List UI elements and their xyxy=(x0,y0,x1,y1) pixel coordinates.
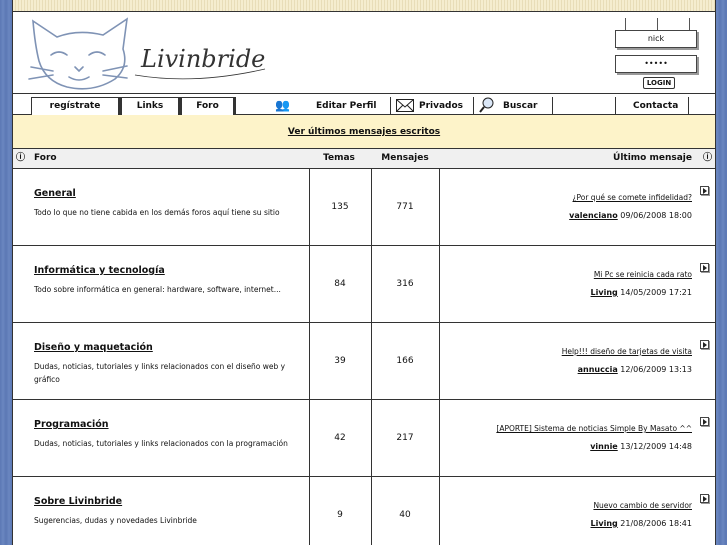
site-header: Livinbride nick ••••• LOGIN xyxy=(13,12,715,94)
nav-buscar[interactable]: Buscar xyxy=(503,98,537,114)
tab-foro[interactable]: Foro xyxy=(181,97,236,115)
messages-count: 771 xyxy=(396,202,414,212)
table-row: General Todo lo que no tiene cabida en l… xyxy=(13,169,715,246)
topics-count: 9 xyxy=(337,510,343,520)
topics-count: 135 xyxy=(331,202,349,212)
last-post-link[interactable]: Help!!! diseño de tarjetas de visita xyxy=(562,347,692,356)
last-post-user[interactable]: vinnie xyxy=(590,442,618,451)
forum-description: Sugerencias, dudas y novedades Livinbrid… xyxy=(34,516,197,525)
forum-description: Dudas, noticias, tutoriales y links rela… xyxy=(34,362,286,384)
last-post-link[interactable]: Nuevo cambio de servidor xyxy=(593,501,692,510)
last-post-user[interactable]: annuccia xyxy=(578,365,618,374)
go-to-last-post-icon[interactable] xyxy=(700,263,709,272)
topics-count: 39 xyxy=(334,356,346,366)
pin-icon xyxy=(689,18,690,30)
info-icon: ⓘ xyxy=(702,153,712,163)
last-post-meta: valenciano 09/06/2008 18:00 xyxy=(569,211,692,220)
nav-divider xyxy=(615,97,616,115)
header-temas: Temas xyxy=(323,153,355,163)
forum-link[interactable]: Sobre Livinbride xyxy=(34,496,122,507)
topics-count: 42 xyxy=(334,433,346,443)
nav-privados[interactable]: Privados xyxy=(419,98,463,114)
pin-icon xyxy=(657,18,658,30)
last-post-link[interactable]: Mi Pc se reinicia cada rato xyxy=(594,270,692,279)
last-post-user[interactable]: Living xyxy=(591,519,618,528)
pin-icon xyxy=(625,18,626,30)
go-to-last-post-icon[interactable] xyxy=(700,340,709,349)
info-icon: ⓘ xyxy=(16,153,26,163)
tab-registrate[interactable]: regístrate xyxy=(31,97,121,115)
last-post-user[interactable]: valenciano xyxy=(569,211,618,220)
last-post-meta: Living 14/05/2009 17:21 xyxy=(591,288,692,297)
go-to-last-post-icon[interactable] xyxy=(700,494,709,503)
forum-description: Dudas, noticias, tutoriales y links rela… xyxy=(34,439,288,448)
password-field[interactable]: ••••• xyxy=(615,55,697,73)
messages-count: 217 xyxy=(396,433,414,443)
table-row: Diseño y maquetación Dudas, noticias, tu… xyxy=(13,323,715,400)
forum-link[interactable]: Diseño y maquetación xyxy=(34,342,153,353)
main-nav: regístrate Links Foro 👥 Editar Perfil Pr… xyxy=(13,94,715,115)
login-button[interactable]: LOGIN xyxy=(643,77,675,89)
top-strip xyxy=(13,0,715,12)
envelope-icon xyxy=(396,99,414,112)
table-row: Sobre Livinbride Sugerencias, dudas y no… xyxy=(13,477,715,545)
cat-logo[interactable]: Livinbride xyxy=(23,15,273,93)
last-post-date: 09/06/2008 18:00 xyxy=(620,211,692,220)
login-box: nick ••••• LOGIN xyxy=(615,18,703,94)
username-field[interactable]: nick xyxy=(615,30,697,48)
last-post-link[interactable]: ¿Por qué se comete infidelidad? xyxy=(573,193,692,202)
site-name: Livinbride xyxy=(140,45,265,73)
page: Livinbride nick ••••• LOGIN regístrate L… xyxy=(12,0,716,545)
messages-count: 166 xyxy=(396,356,414,366)
tab-links[interactable]: Links xyxy=(121,97,181,115)
last-post-date: 21/08/2006 18:41 xyxy=(620,519,692,528)
nav-divider xyxy=(552,97,553,115)
last-post-meta: vinnie 13/12/2009 14:48 xyxy=(590,442,692,451)
go-to-last-post-icon[interactable] xyxy=(700,186,709,195)
header-foro: Foro xyxy=(34,153,57,163)
forum-link[interactable]: General xyxy=(34,188,76,199)
last-post-meta: Living 21/08/2006 18:41 xyxy=(591,519,692,528)
header-ultimo-mensaje: Último mensaje xyxy=(613,153,692,163)
last-post-date: 12/06/2009 13:13 xyxy=(620,365,692,374)
latest-messages-link[interactable]: Ver últimos mensajes escritos xyxy=(288,127,440,137)
last-post-date: 14/05/2009 17:21 xyxy=(620,288,692,297)
forum-link[interactable]: Programación xyxy=(34,419,109,430)
forum-table: General Todo lo que no tiene cabida en l… xyxy=(13,169,715,545)
forum-description: Todo lo que no tiene cabida en los demás… xyxy=(34,208,280,217)
nav-divider xyxy=(688,97,689,115)
table-row: Programación Dudas, noticias, tutoriales… xyxy=(13,400,715,477)
nav-contacta[interactable]: Contacta xyxy=(633,98,678,114)
forum-link[interactable]: Informática y tecnología xyxy=(34,265,165,276)
nav-editar-perfil[interactable]: Editar Perfil xyxy=(316,98,377,114)
table-header: ⓘ Foro Temas Mensajes Último mensaje ⓘ xyxy=(13,149,715,169)
people-icon: 👥 xyxy=(275,98,290,112)
last-post-date: 13/12/2009 14:48 xyxy=(620,442,692,451)
header-mensajes: Mensajes xyxy=(381,153,429,163)
topics-count: 84 xyxy=(334,279,346,289)
table-row: Informática y tecnología Todo sobre info… xyxy=(13,246,715,323)
search-icon xyxy=(479,97,494,113)
forum-description: Todo sobre informática en general: hardw… xyxy=(34,285,281,294)
go-to-last-post-icon[interactable] xyxy=(700,417,709,426)
nav-divider xyxy=(473,97,474,115)
latest-messages-banner: Ver últimos mensajes escritos xyxy=(13,115,715,149)
last-post-link[interactable]: [APORTE] Sistema de noticias Simple By M… xyxy=(496,424,692,433)
last-post-user[interactable]: Living xyxy=(591,288,618,297)
messages-count: 40 xyxy=(399,510,411,520)
nav-divider xyxy=(390,97,391,115)
messages-count: 316 xyxy=(396,279,414,289)
last-post-meta: annuccia 12/06/2009 13:13 xyxy=(578,365,692,374)
